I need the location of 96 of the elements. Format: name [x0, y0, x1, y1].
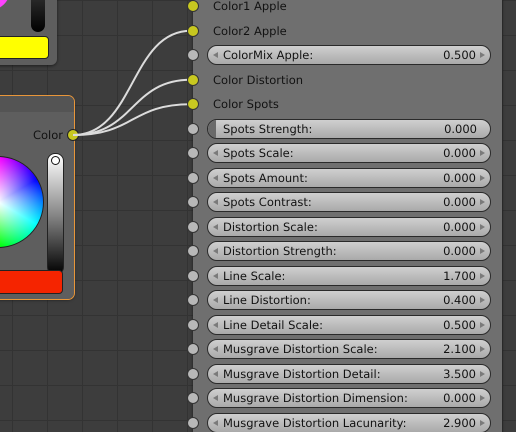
input-socket[interactable]	[187, 122, 199, 135]
field-label: Spots Amount:	[223, 170, 309, 185]
input-label: Color Spots	[213, 97, 279, 112]
field-value: 0.000	[443, 146, 476, 160]
slider-handle[interactable]	[51, 156, 60, 165]
number-field[interactable]: Line Scale: 1.700	[207, 266, 491, 286]
field-label: Line Detail Scale:	[223, 318, 324, 332]
increment-arrow-icon[interactable]	[480, 52, 485, 58]
increment-arrow-icon[interactable]	[480, 224, 485, 230]
input-socket[interactable]	[187, 49, 199, 62]
input-socket[interactable]	[187, 220, 199, 233]
field-value: 0.000	[443, 391, 476, 406]
increment-arrow-icon[interactable]	[480, 150, 485, 156]
input-socket[interactable]	[187, 98, 199, 110]
field-label: Spots Contrast:	[223, 195, 313, 210]
value-slider[interactable]	[31, 0, 45, 32]
input-label: Color Distortion	[213, 72, 304, 87]
increment-arrow-icon[interactable]	[480, 174, 485, 181]
number-field[interactable]: Line Distortion: 0.400	[207, 290, 491, 310]
number-field[interactable]: Spots Amount: 0.000	[207, 168, 491, 188]
field-value: 0.000	[443, 220, 476, 234]
field-label: Line Distortion:	[223, 293, 312, 308]
field-value: 3.500	[443, 366, 476, 381]
number-field[interactable]: Musgrave Distortion Scale: 2.100	[207, 339, 491, 360]
field-label: Musgrave Distortion Scale:	[223, 342, 379, 356]
decrement-arrow-icon[interactable]	[213, 322, 218, 328]
increment-arrow-icon[interactable]	[480, 248, 485, 254]
field-value: 0.000	[443, 170, 476, 185]
number-field[interactable]: Musgrave Distortion Detail: 3.500	[207, 364, 491, 384]
increment-arrow-icon[interactable]	[480, 346, 485, 352]
input-socket[interactable]	[187, 392, 199, 404]
increment-arrow-icon[interactable]	[480, 272, 485, 279]
decrement-arrow-icon[interactable]	[213, 370, 218, 377]
increment-arrow-icon[interactable]	[480, 322, 485, 328]
number-field[interactable]: Distortion Scale: 0.000	[207, 216, 491, 237]
field-value: 0.000	[444, 122, 477, 136]
color-swatch[interactable]	[0, 270, 63, 294]
increment-arrow-icon[interactable]	[480, 199, 485, 206]
field-value: 2.900	[443, 416, 476, 430]
input-socket[interactable]	[187, 270, 199, 282]
input-label: Color1 Apple	[213, 0, 287, 14]
decrement-arrow-icon[interactable]	[213, 224, 218, 230]
input-socket[interactable]	[187, 172, 199, 184]
field-value: 0.000	[443, 244, 476, 258]
number-field[interactable]: ColorMix Apple: 0.500	[207, 45, 491, 66]
increment-arrow-icon[interactable]	[480, 420, 485, 426]
input-socket[interactable]	[187, 416, 199, 429]
decrement-arrow-icon[interactable]	[213, 420, 218, 426]
color-picker-node[interactable]	[0, 0, 57, 65]
field-label: Spots Strength:	[223, 122, 314, 136]
input-socket[interactable]	[187, 368, 199, 380]
slider-field[interactable]: Spots Strength: 0.000	[207, 118, 491, 139]
number-field[interactable]: Spots Scale: 0.000	[207, 143, 491, 164]
field-value: 0.400	[443, 293, 476, 308]
input-socket[interactable]	[187, 245, 199, 258]
field-label: Line Scale:	[223, 268, 286, 283]
decrement-arrow-icon[interactable]	[213, 395, 218, 402]
number-field[interactable]: Musgrave Distortion Dimension: 0.000	[207, 388, 491, 408]
color-swatch[interactable]	[0, 36, 49, 59]
field-label: Distortion Strength:	[223, 244, 338, 258]
decrement-arrow-icon[interactable]	[213, 150, 218, 156]
field-value: 0.500	[443, 318, 476, 332]
decrement-arrow-icon[interactable]	[213, 52, 218, 58]
number-field[interactable]: Line Detail Scale: 0.500	[207, 314, 491, 335]
input-socket[interactable]	[187, 294, 199, 306]
input-socket[interactable]	[187, 24, 199, 37]
input-socket[interactable]	[187, 343, 199, 356]
field-value: 1.700	[443, 268, 476, 283]
decrement-arrow-icon[interactable]	[213, 174, 218, 181]
field-value: 0.500	[443, 48, 476, 62]
input-socket[interactable]	[187, 147, 199, 160]
field-label: Musgrave Distortion Detail:	[223, 366, 382, 381]
field-label: ColorMix Apple:	[223, 48, 314, 62]
number-field[interactable]: Musgrave Distortion Lacunarity: 2.900	[207, 412, 491, 432]
field-label: Musgrave Distortion Dimension:	[223, 391, 409, 406]
number-field[interactable]: Spots Contrast: 0.000	[207, 192, 491, 212]
increment-arrow-icon[interactable]	[480, 395, 485, 402]
field-value: 2.100	[443, 342, 476, 356]
input-socket[interactable]	[187, 318, 199, 331]
decrement-arrow-icon[interactable]	[213, 297, 218, 304]
increment-arrow-icon[interactable]	[480, 297, 485, 304]
field-label: Distortion Scale:	[223, 220, 319, 234]
input-socket[interactable]	[187, 74, 199, 86]
decrement-arrow-icon[interactable]	[213, 346, 218, 352]
field-label: Spots Scale:	[223, 146, 295, 160]
input-socket[interactable]	[187, 0, 199, 12]
field-value: 0.000	[443, 195, 476, 210]
input-socket[interactable]	[187, 196, 199, 208]
decrement-arrow-icon[interactable]	[213, 199, 218, 206]
input-label: Color2 Apple	[213, 24, 287, 38]
increment-arrow-icon[interactable]	[480, 370, 485, 377]
number-field[interactable]: Distortion Strength: 0.000	[207, 241, 491, 262]
output-label: Color	[32, 128, 63, 142]
decrement-arrow-icon[interactable]	[213, 272, 218, 279]
field-label: Musgrave Distortion Lacunarity:	[223, 416, 408, 430]
decrement-arrow-icon[interactable]	[213, 248, 218, 254]
